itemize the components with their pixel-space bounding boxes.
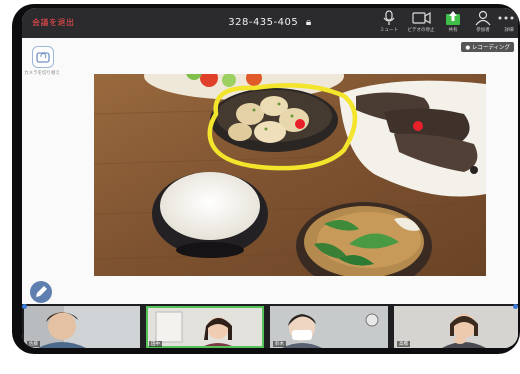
strip-right-handle[interactable] <box>513 304 518 309</box>
strip-left-handle[interactable] <box>22 304 27 309</box>
annotation-dot <box>295 119 305 129</box>
participant-name: 鈴木 <box>273 341 286 347</box>
lock-icon: 🔒︎ <box>305 17 312 28</box>
record-dot-icon: ● <box>465 45 471 51</box>
switch-camera-button[interactable] <box>32 46 54 68</box>
annotate-button[interactable] <box>30 281 52 303</box>
participant-strip: 佐藤 田中 鈴木 高橋 <box>22 304 518 348</box>
annotation-dot <box>413 121 423 131</box>
meeting-id-text: 328-435-405 <box>228 17 299 28</box>
video-label: ビデオの停止 <box>407 28 435 33</box>
share-button[interactable]: 共有 <box>438 10 468 33</box>
recording-label: レコーディング <box>471 45 510 51</box>
microphone-icon <box>383 10 395 25</box>
participant-name: 田中 <box>149 341 162 347</box>
participant-video <box>146 306 264 348</box>
shared-screen <box>94 74 486 276</box>
participant-video <box>24 306 140 348</box>
participant-video <box>270 306 388 348</box>
recording-badge: ● レコーディング <box>461 42 514 52</box>
participant-video <box>394 306 518 348</box>
video-camera-icon <box>412 11 431 25</box>
switch-camera-label: カメラを切り替え <box>24 71 60 76</box>
camera-switch-icon <box>36 52 50 63</box>
more-label: 詳細 <box>504 28 514 33</box>
stop-video-button[interactable]: ビデオの停止 <box>406 10 436 33</box>
mute-button[interactable]: ミュート <box>374 10 404 33</box>
participant-thumbnail[interactable]: 鈴木 <box>270 306 388 348</box>
pencil-icon <box>36 286 47 297</box>
participant-name: 佐藤 <box>27 341 40 347</box>
more-button[interactable]: 詳細 <box>494 10 518 33</box>
participant-thumbnail[interactable]: 高橋 <box>394 306 518 348</box>
participant-thumbnail[interactable]: 佐藤 <box>24 306 140 348</box>
participant-thumbnail-active-speaker[interactable]: 田中 <box>146 306 264 348</box>
top-toolbar: 会議を退出 328-435-405 🔒︎ ミュート ビデオの停止 共有 参加者 … <box>22 8 518 38</box>
more-icon <box>498 16 514 20</box>
share-label: 共有 <box>448 28 458 33</box>
participant-name: 高橋 <box>397 341 410 347</box>
shared-meal-photo <box>94 74 486 276</box>
meeting-screen: 会議を退出 328-435-405 🔒︎ ミュート ビデオの停止 共有 参加者 … <box>22 8 518 348</box>
mute-label: ミュート <box>380 28 398 33</box>
tablet-frame: 会議を退出 328-435-405 🔒︎ ミュート ビデオの停止 共有 参加者 … <box>12 4 520 354</box>
share-screen-icon <box>446 11 460 25</box>
